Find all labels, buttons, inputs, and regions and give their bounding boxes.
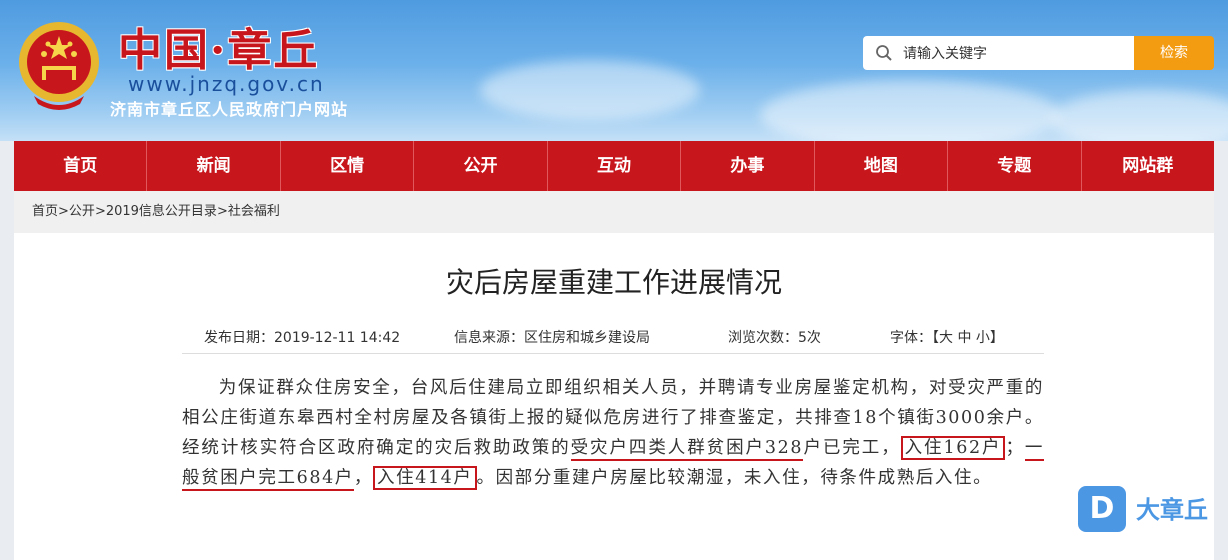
cloud-decoration: [760, 80, 1060, 141]
highlight-underline: 受灾户四类人群贫困户328: [570, 438, 804, 461]
main-nav: 首页 新闻 区情 公开 互动 办事 地图 专题 网站群: [14, 141, 1214, 191]
font-size-selector[interactable]: 字体：【大 中 小】: [890, 327, 1004, 347]
highlight-box: 入住414户: [373, 466, 477, 490]
nav-item-interaction[interactable]: 互动: [548, 141, 682, 191]
breadcrumb-catalog[interactable]: 2019信息公开目录: [106, 204, 217, 219]
article-container: 灾后房屋重建工作进展情况 发布日期：2019-12-11 14:42 信息来源：…: [14, 233, 1214, 560]
nav-item-services[interactable]: 办事: [681, 141, 815, 191]
watermark: D 大章丘: [1078, 486, 1228, 536]
page-title: 灾后房屋重建工作进展情况: [445, 266, 782, 299]
breadcrumb-separator: >: [216, 204, 228, 219]
site-url: www.jnzq.gov.cn: [128, 72, 325, 96]
search-button[interactable]: 检索: [1134, 36, 1214, 70]
site-title: 中国·章丘: [118, 25, 320, 76]
search-input[interactable]: [901, 36, 1131, 72]
info-source: 信息来源：区住房和城乡建设局: [454, 330, 650, 346]
nav-item-home[interactable]: 首页: [14, 141, 148, 191]
article-paragraph: 为保证群众住房安全，台风后住建局立即组织相关人员，并聘请专业房屋鉴定机构，对受灾…: [182, 373, 1044, 493]
nav-item-public[interactable]: 公开: [414, 141, 548, 191]
body-text-segment: ；: [1005, 438, 1025, 458]
publish-date: 发布日期：2019-12-11 14:42: [204, 330, 401, 346]
nav-item-news[interactable]: 新闻: [147, 141, 281, 191]
breadcrumb-home[interactable]: 首页: [32, 204, 58, 219]
body-text-segment: ，: [353, 468, 374, 488]
site-subtitle: 济南市章丘区人民政府门户网站: [110, 100, 349, 119]
breadcrumb-separator: >: [94, 204, 106, 219]
breadcrumb: 首页>公开>2019信息公开目录>社会福利: [14, 191, 1214, 233]
body-text-segment: 。因部分重建户房屋比较潮湿，未入住，待条件成熟后入住。: [476, 468, 993, 488]
watermark-logo-icon: D: [1078, 486, 1126, 532]
article-body: 为保证群众住房安全，台风后住建局立即组织相关人员，并聘请专业房屋鉴定机构，对受灾…: [182, 373, 1044, 493]
nav-item-map[interactable]: 地图: [815, 141, 949, 191]
cloud-decoration: [480, 60, 700, 120]
search-icon: [876, 45, 892, 61]
nav-item-site-group[interactable]: 网站群: [1082, 141, 1214, 191]
watermark-text: 大章丘: [1136, 496, 1208, 524]
nav-item-district-info[interactable]: 区情: [281, 141, 415, 191]
body-text-segment: 户已完工，: [803, 438, 901, 458]
national-emblem-icon: [19, 22, 99, 110]
search-box: [863, 36, 1135, 72]
view-count: 浏览次数：5次: [728, 330, 821, 346]
nav-item-topics[interactable]: 专题: [948, 141, 1082, 191]
breadcrumb-public[interactable]: 公开: [69, 204, 95, 219]
cloud-decoration: [1050, 90, 1228, 141]
breadcrumb-separator: >: [58, 204, 69, 219]
site-header: 中国·章丘 www.jnzq.gov.cn 济南市章丘区人民政府门户网站 检索: [0, 0, 1228, 141]
highlight-box: 入住162户: [900, 436, 1006, 460]
breadcrumb-social-welfare[interactable]: 社会福利: [228, 204, 280, 219]
article-meta: 发布日期：2019-12-11 14:42 信息来源：区住房和城乡建设局 浏览次…: [182, 325, 1044, 354]
